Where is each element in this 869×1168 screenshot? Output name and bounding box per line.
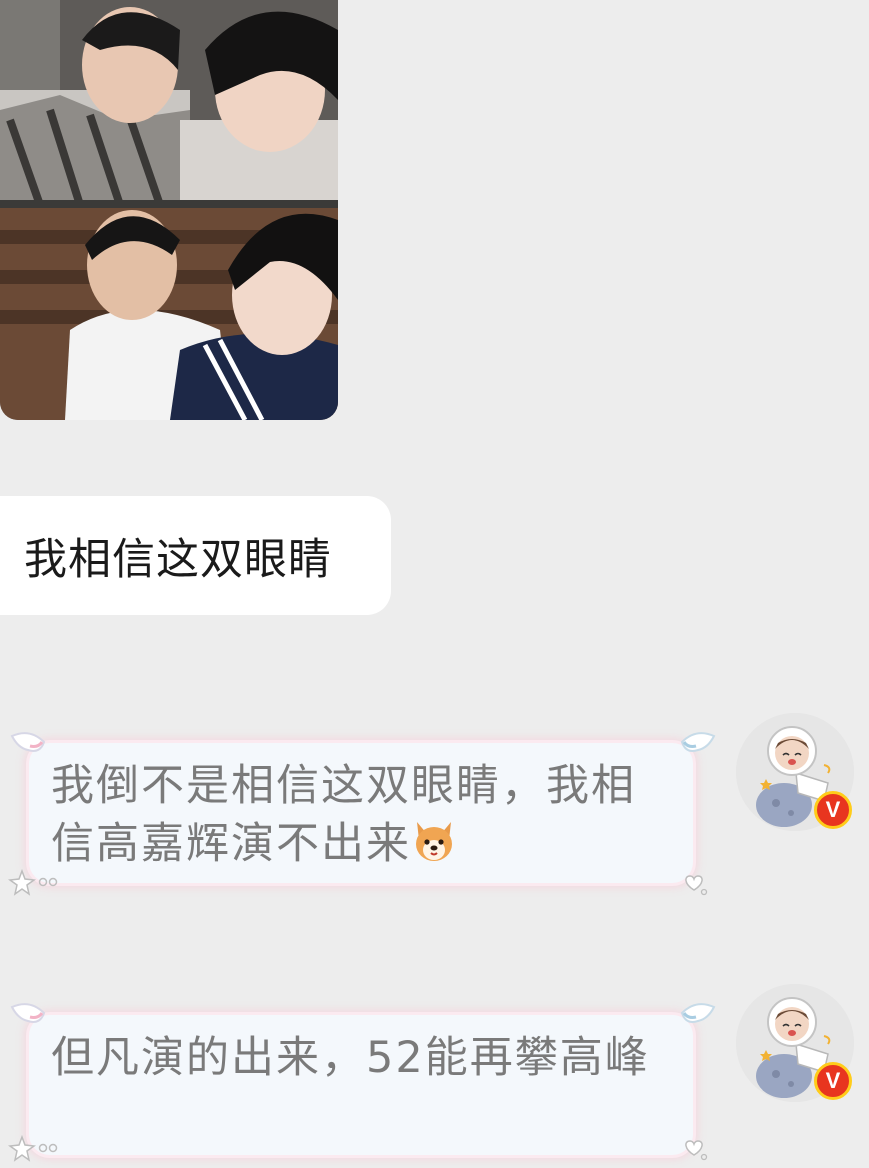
wing-decoration-icon (680, 1003, 716, 1023)
wing-decoration-icon (10, 732, 46, 752)
wing-decoration-icon (10, 1003, 46, 1023)
message-text: 但凡演的出来，52能再攀高峰 (51, 1033, 650, 1083)
sent-message-bubble[interactable]: 但凡演的出来，52能再攀高峰 (26, 1012, 696, 1158)
message-text-content: 我倒不是相信这双眼睛，我相信高嘉辉演不出来 (51, 761, 636, 869)
avatar[interactable]: V (736, 713, 854, 831)
vip-badge: V (814, 791, 852, 829)
heart-decoration-icon (685, 1140, 708, 1161)
message-text: 我相信这双眼睛 (24, 534, 332, 585)
dog-face-icon (416, 822, 452, 861)
photo-collage-image (0, 0, 338, 420)
heart-decoration-icon (685, 875, 708, 896)
avatar[interactable]: V (736, 984, 854, 1102)
message-text: 我倒不是相信这双眼睛，我相信高嘉辉演不出来 (51, 757, 673, 873)
image-message[interactable] (0, 0, 338, 420)
wing-decoration-icon (680, 732, 716, 752)
sparkle-decoration-icon (8, 868, 58, 896)
vip-badge: V (814, 1062, 852, 1100)
sparkle-decoration-icon (8, 1134, 58, 1162)
received-message-bubble[interactable]: 我相信这双眼睛 (0, 496, 391, 615)
sent-message-bubble[interactable]: 我倒不是相信这双眼睛，我相信高嘉辉演不出来 (26, 740, 696, 886)
